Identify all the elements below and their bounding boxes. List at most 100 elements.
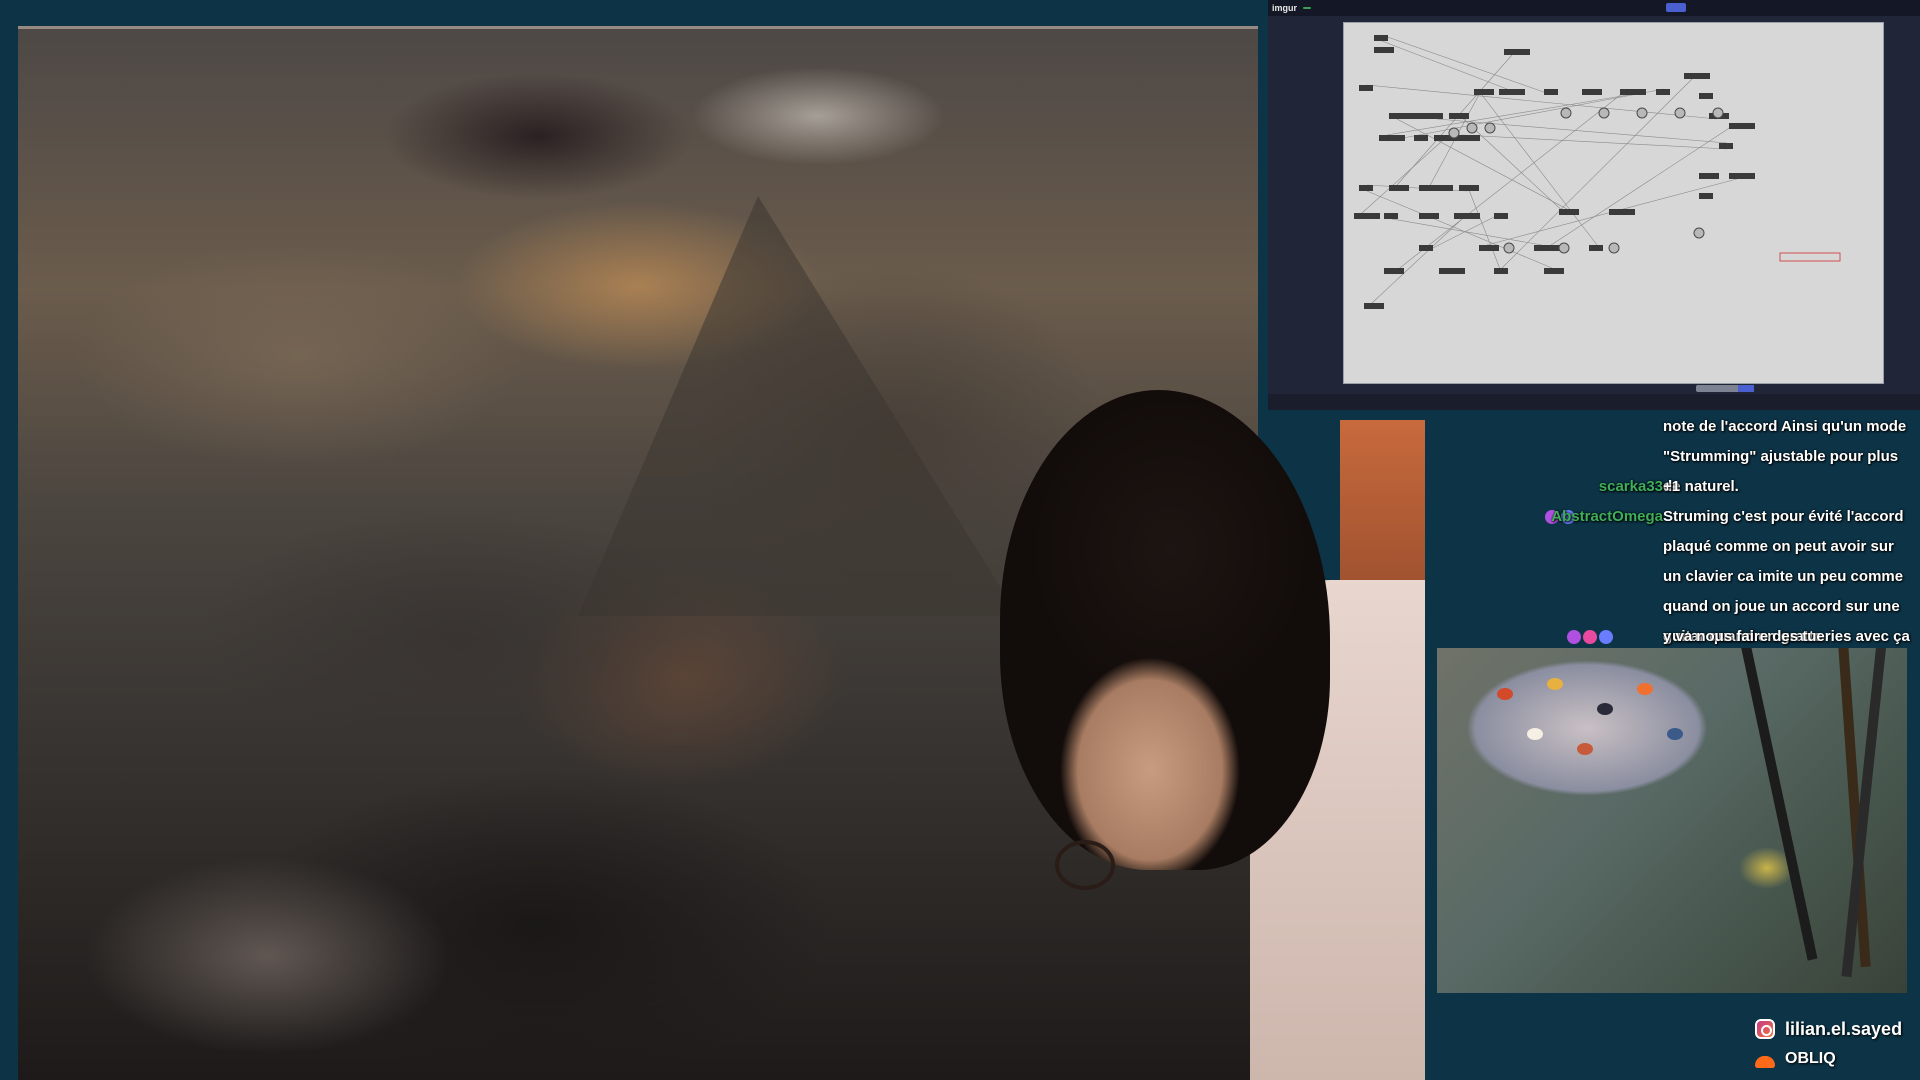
chat-overlay: note de l'accord Ainsi qu'un mode "Strum…	[1425, 412, 1920, 675]
patch-node[interactable]	[1454, 213, 1480, 219]
paint-brush	[1737, 648, 1818, 961]
patch-node[interactable]	[1374, 35, 1388, 41]
patch-node[interactable]	[1494, 268, 1508, 274]
badge-icon	[1583, 630, 1597, 644]
patch-knob[interactable]	[1560, 107, 1572, 119]
patch-knob[interactable]	[1448, 127, 1460, 139]
patch-node[interactable]	[1459, 185, 1479, 191]
patch-node[interactable]	[1656, 89, 1670, 95]
patch-node[interactable]	[1559, 209, 1579, 215]
patch-node[interactable]	[1684, 73, 1710, 79]
patch-cable	[1436, 118, 1728, 144]
artist-glasses	[1055, 840, 1115, 890]
patch-node[interactable]	[1494, 213, 1508, 219]
app-status-badge	[1303, 7, 1312, 9]
paint-blob	[1667, 728, 1683, 740]
paint-blob	[1637, 683, 1653, 695]
patch-node[interactable]	[1359, 85, 1373, 91]
patch-node[interactable]	[1504, 49, 1530, 55]
patch-node[interactable]	[1699, 173, 1719, 179]
patch-knob[interactable]	[1598, 107, 1610, 119]
patch-node[interactable]	[1729, 173, 1755, 179]
patch-knob[interactable]	[1503, 242, 1515, 254]
patch-node[interactable]	[1719, 143, 1733, 149]
patch-cable	[1371, 218, 1463, 304]
patch-node[interactable]	[1474, 89, 1494, 95]
patch-node[interactable]	[1729, 123, 1755, 129]
app-top-bar: imgur	[1268, 0, 1920, 16]
chat-username: AbstractOmega	[1551, 508, 1663, 525]
patch-node[interactable]	[1439, 185, 1453, 191]
patch-node[interactable]	[1479, 245, 1499, 251]
verified-icon	[1599, 630, 1613, 644]
patch-node[interactable]	[1609, 209, 1635, 215]
patch-node[interactable]	[1389, 113, 1409, 119]
patch-knob[interactable]	[1636, 107, 1648, 119]
patch-node[interactable]	[1374, 47, 1394, 53]
patch-cable	[1381, 40, 1508, 90]
instagram-link[interactable]: lilian.el.sayed	[1755, 1014, 1920, 1044]
instagram-icon	[1755, 1019, 1775, 1039]
patch-knob[interactable]	[1558, 242, 1570, 254]
patch-cable	[1396, 118, 1568, 210]
patch-node[interactable]	[1389, 185, 1409, 191]
chat-badges	[1567, 630, 1613, 644]
patch-node[interactable]	[1499, 89, 1525, 95]
patch-knob[interactable]	[1484, 122, 1496, 134]
soundcloud-link[interactable]: OBLIQ	[1755, 1044, 1920, 1074]
patch-node[interactable]	[1620, 89, 1646, 95]
paint-blob	[1497, 688, 1513, 700]
patch-cable	[1461, 134, 1728, 150]
patch-canvas[interactable]	[1343, 22, 1884, 384]
instagram-handle: lilian.el.sayed	[1785, 1018, 1903, 1039]
social-links: lilian.el.sayed OBLIQ	[1755, 1014, 1920, 1074]
patch-node[interactable]	[1429, 113, 1443, 119]
patch-cable	[1481, 94, 1598, 246]
patch-node[interactable]	[1534, 245, 1560, 251]
patch-node[interactable]	[1354, 213, 1380, 219]
patch-node[interactable]	[1582, 89, 1602, 95]
patch-knob[interactable]	[1608, 242, 1620, 254]
patch-node[interactable]	[1544, 89, 1558, 95]
patch-node[interactable]	[1439, 268, 1465, 274]
artist-head	[1000, 390, 1330, 870]
patch-node[interactable]	[1419, 213, 1439, 219]
app-status-bar	[1268, 394, 1920, 410]
app-top-button[interactable]	[1666, 3, 1686, 12]
paint-blob	[1597, 703, 1613, 715]
patch-node[interactable]	[1359, 185, 1373, 191]
painted-ridge	[198, 506, 718, 766]
chat-username: scarka33	[1598, 478, 1663, 495]
patch-knob[interactable]	[1674, 107, 1686, 119]
patch-knob[interactable]	[1693, 227, 1705, 239]
soundcloud-handle: OBLIQ	[1785, 1050, 1836, 1067]
patch-cable	[1396, 54, 1513, 186]
patch-cable	[1381, 34, 1553, 96]
patch-cable	[1391, 218, 1543, 246]
patch-graph	[1354, 34, 1841, 309]
patch-cable	[1361, 140, 1443, 214]
canvas-top-edge	[18, 26, 1258, 29]
patch-node[interactable]	[1419, 245, 1433, 251]
patch-knob[interactable]	[1712, 107, 1724, 119]
patch-cable	[1366, 190, 1553, 269]
chat-message-text: +1	[1663, 478, 1681, 495]
patch-node[interactable]	[1379, 135, 1405, 141]
badge-icon	[1567, 630, 1581, 644]
patch-node[interactable]	[1414, 135, 1428, 141]
patch-editor-window: imgur	[1268, 0, 1920, 410]
patch-node[interactable]	[1384, 268, 1404, 274]
patch-node[interactable]	[1384, 213, 1398, 219]
patch-node[interactable]	[1699, 93, 1713, 99]
patch-node[interactable]	[1589, 245, 1603, 251]
scrollbar-thumb[interactable]	[1738, 385, 1754, 392]
paint-blob	[1547, 678, 1563, 690]
patch-comment-box[interactable]	[1779, 252, 1841, 262]
app-logo: imgur	[1272, 3, 1298, 13]
soundcloud-icon	[1755, 1056, 1775, 1068]
patch-node[interactable]	[1449, 113, 1469, 119]
patch-node[interactable]	[1544, 268, 1564, 274]
patch-knob[interactable]	[1466, 122, 1478, 134]
patch-node[interactable]	[1364, 303, 1384, 309]
patch-node[interactable]	[1699, 193, 1713, 199]
